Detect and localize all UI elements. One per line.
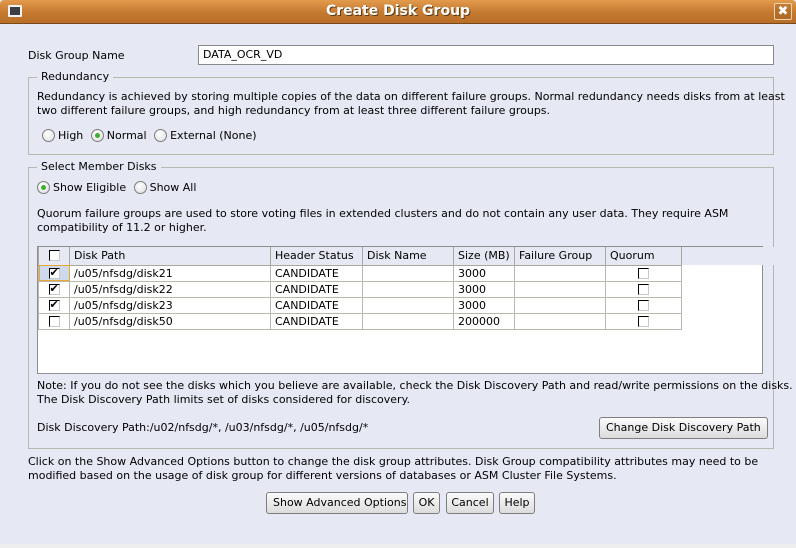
table-row[interactable]: /u05/nfsdg/disk23 CANDIDATE 3000 bbox=[38, 296, 682, 314]
redundancy-description-line1: Redundancy is achieved by storing multip… bbox=[37, 90, 785, 103]
close-button[interactable]: ✖ bbox=[774, 3, 792, 20]
header-status-cell: CANDIDATE bbox=[270, 264, 363, 282]
table-header-row: Disk Path Header Status Disk Name Size (… bbox=[38, 247, 682, 266]
quorum-note-line2: compatibility of 11.2 or higher. bbox=[37, 221, 207, 234]
redundancy-description-line2: two different failure groups, and high r… bbox=[37, 104, 551, 117]
disk-filter-options: Show Eligible Show All bbox=[37, 181, 200, 194]
table-row[interactable]: /u05/nfsdg/disk22 CANDIDATE 3000 bbox=[38, 280, 682, 298]
show-advanced-options-button[interactable]: Show Advanced Options bbox=[266, 492, 408, 514]
window-title: Create Disk Group bbox=[325, 3, 471, 19]
redundancy-options: High Normal External (None) bbox=[42, 129, 261, 142]
quorum-checkbox[interactable] bbox=[638, 299, 649, 311]
disk-name-cell[interactable] bbox=[362, 296, 454, 314]
help-button[interactable]: Help bbox=[499, 492, 535, 514]
radio-normal-icon[interactable] bbox=[90, 129, 104, 142]
radio-external-icon[interactable] bbox=[154, 129, 168, 142]
radio-high-icon[interactable] bbox=[42, 129, 55, 142]
discovery-note-line1: Note: If you do not see the disks which … bbox=[37, 379, 793, 392]
disk-name-cell[interactable] bbox=[362, 264, 454, 282]
row-select-cell[interactable] bbox=[38, 264, 70, 282]
row-select-cell[interactable] bbox=[38, 296, 70, 314]
show-eligible-option[interactable]: Show Eligible bbox=[37, 181, 126, 194]
size-cell: 200000 bbox=[453, 312, 515, 330]
size-cell: 3000 bbox=[453, 264, 515, 282]
redundancy-legend: Redundancy bbox=[37, 70, 114, 83]
quorum-checkbox[interactable] bbox=[638, 315, 649, 327]
table-row[interactable]: /u05/nfsdg/disk21 CANDIDATE 3000 bbox=[38, 264, 682, 282]
size-cell: 3000 bbox=[453, 296, 515, 314]
select-all-checkbox[interactable] bbox=[48, 250, 60, 262]
disk-path-cell: /u05/nfsdg/disk22 bbox=[69, 280, 271, 298]
discovery-note-line2: The Disk Discovery Path limits set of di… bbox=[37, 393, 411, 406]
advanced-note-line2: modified based on the usage of disk grou… bbox=[28, 469, 617, 482]
show-all-option[interactable]: Show All bbox=[133, 181, 196, 194]
advanced-note-line1: Click on the Show Advanced Options butto… bbox=[28, 455, 759, 468]
disk-group-name-label: Disk Group Name bbox=[28, 49, 125, 62]
column-header-size[interactable]: Size (MB) bbox=[453, 247, 515, 266]
quorum-checkbox[interactable] bbox=[638, 267, 649, 279]
discovery-path-text: Disk Discovery Path:/u02/nfsdg/*, /u03/n… bbox=[37, 421, 369, 434]
redundancy-group: Redundancy Redundancy is achieved by sto… bbox=[28, 70, 785, 155]
column-header-header-status[interactable]: Header Status bbox=[270, 247, 363, 266]
size-cell: 3000 bbox=[453, 280, 515, 298]
title-bar[interactable]: Create Disk Group ✖ bbox=[0, 0, 796, 24]
row-select-checkbox[interactable] bbox=[48, 315, 60, 327]
column-header-disk-name[interactable]: Disk Name bbox=[362, 247, 454, 266]
redundancy-option-high[interactable]: High bbox=[42, 129, 83, 142]
redundancy-option-external[interactable]: External (None) bbox=[154, 129, 257, 142]
close-icon: ✖ bbox=[777, 4, 789, 19]
column-header-failure-group[interactable]: Failure Group bbox=[514, 247, 606, 266]
column-header-quorum[interactable]: Quorum bbox=[605, 247, 682, 266]
failure-group-cell[interactable] bbox=[514, 264, 606, 282]
row-select-checkbox[interactable] bbox=[48, 282, 60, 296]
table-row[interactable]: /u05/nfsdg/disk50 CANDIDATE 200000 bbox=[38, 312, 682, 330]
failure-group-cell[interactable] bbox=[514, 296, 606, 314]
ok-button[interactable]: OK bbox=[413, 492, 440, 514]
row-select-cell[interactable] bbox=[38, 312, 70, 330]
quorum-checkbox[interactable] bbox=[638, 283, 649, 295]
window-bottom-edge bbox=[0, 544, 796, 548]
header-status-cell: CANDIDATE bbox=[270, 296, 363, 314]
member-disks-legend: Select Member Disks bbox=[37, 160, 161, 173]
select-all-header[interactable] bbox=[38, 247, 70, 266]
header-status-cell: CANDIDATE bbox=[270, 312, 363, 330]
disk-group-name-input[interactable]: DATA_OCR_VD bbox=[198, 45, 774, 65]
change-discovery-path-button[interactable]: Change Disk Discovery Path bbox=[599, 417, 768, 439]
quorum-cell[interactable] bbox=[605, 280, 682, 298]
row-select-checkbox[interactable] bbox=[48, 266, 60, 280]
column-header-disk-path[interactable]: Disk Path bbox=[69, 247, 271, 266]
radio-show-eligible-icon[interactable] bbox=[37, 181, 50, 194]
radio-show-all-icon[interactable] bbox=[133, 181, 147, 194]
quorum-cell[interactable] bbox=[605, 296, 682, 314]
header-status-cell: CANDIDATE bbox=[270, 280, 363, 298]
disk-name-cell[interactable] bbox=[362, 280, 454, 298]
disk-path-cell: /u05/nfsdg/disk23 bbox=[69, 296, 271, 314]
disks-table[interactable]: Disk Path Header Status Disk Name Size (… bbox=[37, 246, 796, 374]
failure-group-cell[interactable] bbox=[514, 280, 606, 298]
disk-path-cell: /u05/nfsdg/disk50 bbox=[69, 312, 271, 330]
disk-name-cell[interactable] bbox=[362, 312, 454, 330]
cancel-button[interactable]: Cancel bbox=[446, 492, 494, 514]
quorum-note-line1: Quorum failure groups are used to store … bbox=[37, 207, 729, 220]
row-select-cell[interactable] bbox=[38, 280, 70, 298]
redundancy-option-normal[interactable]: Normal bbox=[90, 129, 147, 142]
row-select-checkbox[interactable] bbox=[48, 298, 60, 312]
failure-group-cell[interactable] bbox=[514, 312, 606, 330]
disk-path-cell: /u05/nfsdg/disk21 bbox=[69, 264, 271, 282]
quorum-cell[interactable] bbox=[605, 312, 682, 330]
quorum-cell[interactable] bbox=[605, 264, 682, 282]
table-header-filler bbox=[682, 247, 796, 265]
